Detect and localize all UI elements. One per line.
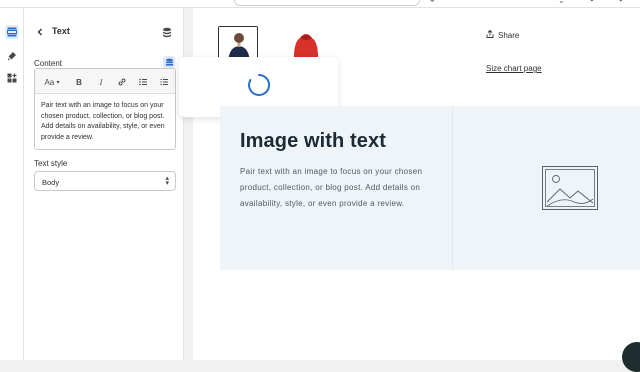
panel-header: Text bbox=[24, 22, 184, 42]
database-stack-icon[interactable] bbox=[162, 25, 172, 43]
section-heading: Image with text bbox=[240, 130, 386, 152]
theme-settings-icon[interactable] bbox=[5, 49, 19, 63]
editor-text[interactable]: Pair text with an image to focus on your… bbox=[41, 101, 171, 143]
select-arrows-icon: ▴ ▾ bbox=[165, 175, 169, 187]
numbered-list-icon[interactable] bbox=[158, 76, 170, 88]
link-icon[interactable] bbox=[116, 76, 128, 88]
spinner-icon bbox=[248, 73, 271, 96]
sections-icon[interactable] bbox=[5, 25, 19, 39]
page-selector[interactable] bbox=[234, 0, 420, 6]
top-bar: ⌖ ⌄ ↶ ↷ bbox=[0, 0, 640, 8]
text-style-label: Text style bbox=[34, 159, 68, 168]
editor-rail bbox=[0, 8, 24, 360]
chat-button[interactable] bbox=[622, 342, 640, 372]
font-style-dropdown[interactable]: Aa ▾ bbox=[41, 76, 63, 88]
text-style-value: Body bbox=[42, 178, 60, 187]
bold-icon[interactable]: B bbox=[73, 76, 85, 88]
share-icon bbox=[486, 29, 494, 40]
image-with-text-section[interactable]: Image with text Pair text with an image … bbox=[220, 106, 640, 270]
back-arrow-icon[interactable] bbox=[34, 26, 46, 38]
font-style-label: Aa bbox=[44, 77, 55, 87]
dropdown-icon[interactable]: ⌄ bbox=[558, 0, 565, 5]
dynamic-source-icon[interactable] bbox=[163, 56, 175, 68]
image-placeholder-icon bbox=[542, 166, 598, 210]
italic-icon[interactable]: I bbox=[95, 76, 107, 88]
inspector-icon[interactable]: ⌖ bbox=[430, 0, 435, 6]
apps-icon[interactable] bbox=[5, 71, 19, 85]
section-divider bbox=[452, 106, 453, 270]
share-link[interactable]: Share bbox=[486, 29, 520, 40]
undo-icon[interactable]: ↶ bbox=[590, 0, 597, 5]
settings-panel: Text Content Aa ▾ B I Pair text with an … bbox=[24, 8, 184, 360]
rich-text-editor[interactable]: Aa ▾ B I Pair text with an image to focu… bbox=[34, 68, 176, 150]
size-chart-link[interactable]: Size chart page bbox=[486, 64, 542, 73]
text-style-select[interactable]: Body ▴ ▾ bbox=[34, 171, 176, 191]
share-label: Share bbox=[498, 30, 520, 40]
editor-toolbar: Aa ▾ B I bbox=[35, 69, 175, 94]
panel-title: Text bbox=[52, 26, 70, 36]
section-body: Pair text with an image to focus on your… bbox=[240, 167, 423, 208]
content-label: Content bbox=[34, 59, 63, 68]
caret-down-icon: ▾ bbox=[56, 79, 60, 86]
bulleted-list-icon[interactable] bbox=[137, 76, 149, 88]
redo-icon[interactable]: ↷ bbox=[616, 0, 623, 5]
